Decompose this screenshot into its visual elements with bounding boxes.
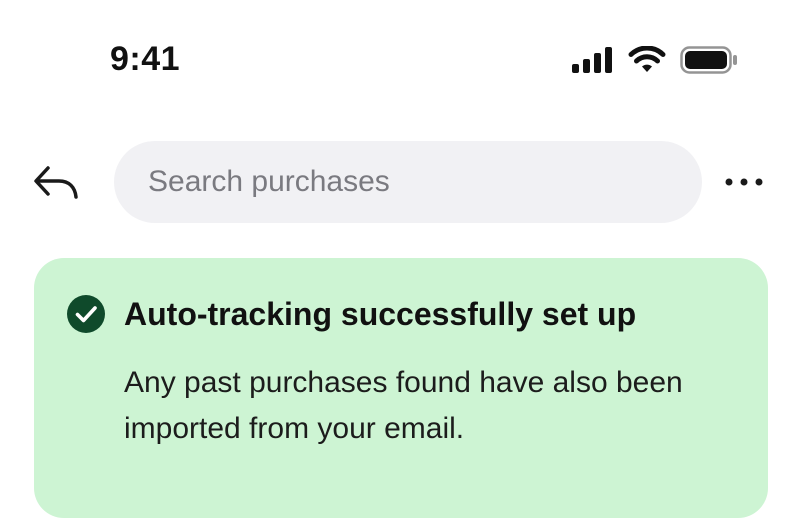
banner-title: Auto-tracking successfully set up (124, 296, 637, 332)
banner-message: Any past purchases found have also been … (124, 366, 683, 445)
battery-icon (680, 46, 737, 74)
check-circle-icon (67, 295, 105, 333)
back-button[interactable] (28, 158, 84, 206)
back-arrow-icon (34, 166, 78, 199)
more-options-button[interactable] (716, 162, 772, 202)
more-horizontal-icon (725, 178, 763, 186)
status-time: 9:41 (110, 40, 181, 78)
status-icons (572, 44, 738, 76)
success-banner: Auto-tracking successfully set up Any pa… (34, 258, 768, 518)
top-bar (0, 140, 800, 224)
wifi-icon (628, 46, 666, 72)
signal-icon (572, 47, 612, 73)
search-input[interactable] (114, 141, 702, 223)
status-bar: 9:41 (0, 0, 800, 120)
